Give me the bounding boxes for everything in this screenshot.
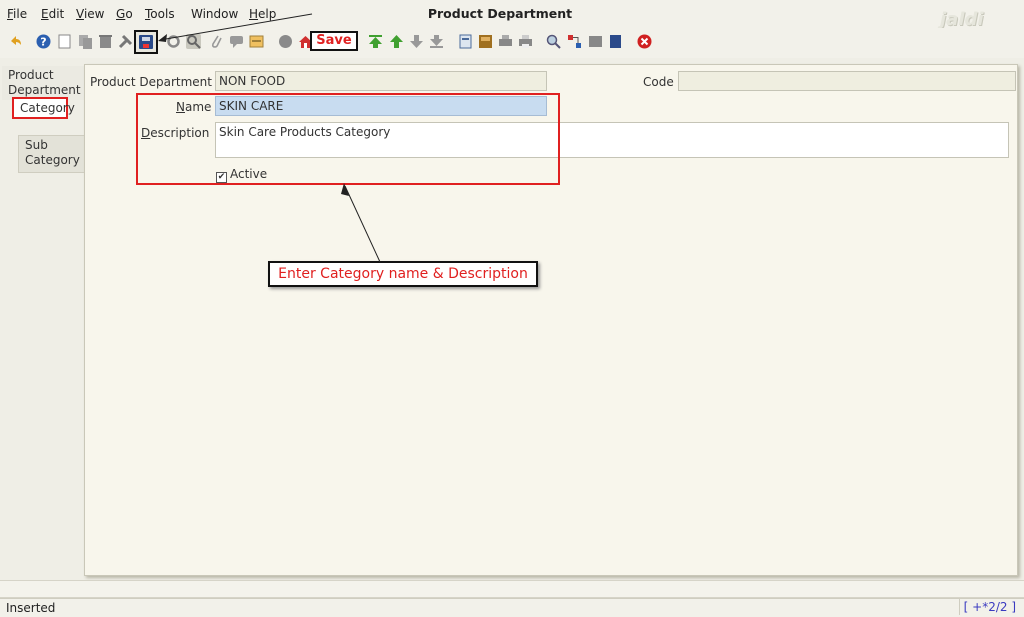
find-icon[interactable] [186,34,201,49]
product-department-label: Product Department [90,75,212,89]
next-record-icon[interactable] [409,34,424,49]
first-record-icon[interactable] [368,34,383,49]
help-icon[interactable]: ? [36,34,51,49]
status-text: Inserted [6,601,56,615]
window-title: Product Department [427,6,573,21]
tools-icon[interactable] [118,34,133,49]
last-record-icon[interactable] [429,34,444,49]
tab-sub-category[interactable]: Sub Category [18,135,88,173]
highlight-box [136,93,560,185]
print-icon[interactable] [518,34,533,49]
record-indicator[interactable]: [ +*2/2 ] [958,599,1020,615]
product-info-icon[interactable] [608,34,623,49]
print-preview-icon[interactable] [498,34,513,49]
copy-record-icon[interactable] [78,34,93,49]
lock-icon[interactable] [278,34,293,49]
history-icon[interactable] [249,34,264,49]
undo-icon[interactable] [8,34,23,49]
tab-product-department[interactable]: Product Department [2,66,92,100]
report-icon[interactable] [458,34,473,49]
zoom-icon[interactable] [546,34,561,49]
status-bar: Inserted [ +*2/2 ] [0,598,1024,617]
menu-bar: File Edit View Go Tools Window Help Prod… [0,0,1024,30]
save-icon [139,35,153,49]
exit-icon[interactable] [637,34,652,49]
attachment-icon[interactable] [209,34,224,49]
main-annotation: Enter Category name & Description [268,261,538,287]
code-field[interactable] [678,71,1016,91]
new-record-icon[interactable] [57,34,72,49]
chat-icon[interactable] [229,34,244,49]
delete-icon[interactable] [98,34,113,49]
workflow-icon[interactable] [567,34,582,49]
archive-icon[interactable] [478,34,493,49]
code-label: Code [643,75,674,89]
request-icon[interactable] [588,34,603,49]
svg-text:?: ? [40,36,46,49]
scroll-strip [0,580,1024,598]
product-department-field[interactable]: NON FOOD [215,71,547,91]
toolbar: ? Save [0,28,1024,58]
save-annotation: Save [310,31,358,51]
refresh-icon[interactable] [166,34,181,49]
app-logo: jaldi [940,9,984,30]
tab-category[interactable]: Category [12,97,75,119]
previous-record-icon[interactable] [389,34,404,49]
save-button[interactable] [134,30,158,54]
